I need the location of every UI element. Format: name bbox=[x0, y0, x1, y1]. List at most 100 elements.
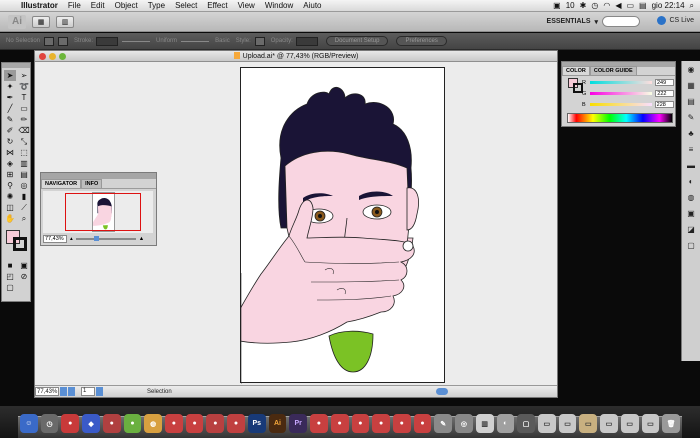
volume-icon[interactable]: ◀ bbox=[615, 1, 621, 10]
layers-panel-icon[interactable]: ◪ bbox=[685, 224, 698, 235]
artboard[interactable] bbox=[234, 67, 446, 384]
pencil-tool-icon[interactable]: ✏ bbox=[18, 114, 30, 125]
mesh-tool-icon[interactable]: ⊞ bbox=[4, 169, 16, 180]
finder-icon[interactable]: ☺ bbox=[20, 414, 38, 433]
red-slider[interactable] bbox=[589, 81, 652, 84]
type-tool-icon[interactable]: T bbox=[18, 92, 30, 103]
photoshop-icon[interactable]: Ps bbox=[247, 414, 266, 433]
line-tool-icon[interactable]: ╱ bbox=[4, 103, 16, 114]
navigator-zoom-slider[interactable] bbox=[75, 236, 136, 241]
app-icon-blue-1[interactable]: ◆ bbox=[82, 414, 100, 433]
menu-edit[interactable]: Edit bbox=[86, 1, 110, 10]
battery-icon[interactable]: ▭ bbox=[626, 1, 634, 10]
appearance-panel-icon[interactable]: ◍ bbox=[685, 192, 698, 203]
app-icon-red-11[interactable]: ● bbox=[392, 414, 411, 433]
artboard-number-field[interactable]: 1 bbox=[81, 387, 95, 396]
swatches-panel-icon[interactable]: ▤ bbox=[685, 96, 698, 107]
cs-live-button[interactable]: CS Live bbox=[657, 16, 694, 25]
uniform-label[interactable]: Uniform bbox=[156, 38, 177, 44]
folder-icon-5[interactable]: ▭ bbox=[620, 414, 639, 433]
notification-badge[interactable]: 10 bbox=[566, 1, 575, 10]
app-icon-red-1[interactable]: ● bbox=[61, 414, 80, 433]
zoom-tool-icon[interactable]: ⌕ bbox=[18, 213, 30, 224]
eyedropper-tool-icon[interactable]: ⚲ bbox=[4, 180, 16, 191]
trash-icon[interactable]: 🗑 bbox=[662, 414, 680, 433]
slice-tool-icon[interactable]: ⟋ bbox=[18, 202, 30, 213]
stroke-swatch[interactable] bbox=[58, 36, 69, 46]
color-guide-panel-icon[interactable]: ▦ bbox=[685, 80, 698, 91]
menu-help[interactable]: Aiuto bbox=[298, 1, 326, 10]
none-mode-icon[interactable]: ⊘ bbox=[18, 271, 30, 282]
menu-effect[interactable]: Effect bbox=[202, 1, 232, 10]
free-transform-tool-icon[interactable]: ⬚ bbox=[18, 147, 30, 158]
brushes-panel-icon[interactable]: ✎ bbox=[685, 112, 698, 123]
app-icon-red-4[interactable]: ● bbox=[185, 414, 204, 433]
symbol-sprayer-tool-icon[interactable]: ✺ bbox=[4, 191, 16, 202]
menu-object[interactable]: Object bbox=[110, 1, 143, 10]
green-value-field[interactable]: 222 bbox=[655, 90, 675, 97]
wifi-icon[interactable]: ◠ bbox=[603, 1, 610, 10]
app-icon-red-6[interactable]: ● bbox=[227, 414, 245, 433]
bridge-button[interactable]: ▦ bbox=[32, 15, 50, 28]
app-icon-red-10[interactable]: ● bbox=[372, 414, 390, 433]
color-spectrum-bar[interactable] bbox=[567, 113, 673, 123]
rotate-tool-icon[interactable]: ↻ bbox=[4, 136, 16, 147]
clock[interactable]: gio 22:14 bbox=[652, 1, 685, 10]
color-panel-icon[interactable]: ◉ bbox=[685, 64, 698, 75]
zoom-level-field[interactable]: 77,43% bbox=[35, 387, 59, 396]
stroke-panel-icon[interactable]: ≡ bbox=[685, 144, 698, 155]
gradient-tool-icon[interactable]: ▤ bbox=[18, 169, 30, 180]
brush-definition[interactable] bbox=[181, 40, 210, 42]
zoom-out-icon[interactable]: ▴ bbox=[70, 236, 73, 242]
gradient-panel-icon[interactable]: ▬ bbox=[685, 160, 698, 171]
app-icon-red-9[interactable]: ● bbox=[351, 414, 370, 433]
app-icon-red-8[interactable]: ● bbox=[330, 414, 349, 433]
lasso-tool-icon[interactable]: ➰ bbox=[18, 81, 30, 92]
app-icon-green-1[interactable]: ● bbox=[123, 414, 142, 433]
status-mode[interactable]: Selection bbox=[147, 389, 172, 395]
artboard-tool-icon[interactable]: ◫ bbox=[4, 202, 16, 213]
eraser-tool-icon[interactable]: ⌫ bbox=[18, 125, 30, 136]
menu-view[interactable]: View bbox=[233, 1, 260, 10]
scale-tool-icon[interactable]: ⤡ bbox=[18, 136, 30, 147]
stroke-weight-field[interactable] bbox=[96, 36, 119, 46]
rectangle-tool-icon[interactable]: ▭ bbox=[18, 103, 30, 114]
right-ear-shape[interactable] bbox=[406, 187, 419, 231]
tab-info[interactable]: INFO bbox=[81, 179, 103, 188]
menu-file[interactable]: File bbox=[63, 1, 86, 10]
direct-selection-tool-icon[interactable]: ➢ bbox=[18, 70, 30, 81]
folder-icon-1[interactable]: ▭ bbox=[537, 414, 556, 433]
adobe-updates-icon[interactable]: ▣ bbox=[553, 1, 561, 10]
help-search-input[interactable] bbox=[602, 16, 640, 27]
tongue-shape[interactable] bbox=[328, 330, 374, 373]
gradient-mode-icon[interactable]: ▣ bbox=[18, 260, 30, 271]
document-titlebar[interactable]: Upload.ai* @ 77,43% (RGB/Preview) bbox=[35, 51, 557, 62]
preferences-button[interactable]: Preferences bbox=[396, 36, 447, 46]
app-icon-red-7[interactable]: ● bbox=[310, 414, 328, 433]
chrome-icon[interactable]: ◍ bbox=[144, 414, 163, 433]
perspective-grid-tool-icon[interactable]: ▥ bbox=[18, 158, 30, 169]
bluetooth-icon[interactable]: ✱ bbox=[580, 1, 587, 10]
tab-navigator[interactable]: NAVIGATOR bbox=[41, 179, 82, 188]
graphic-style-swatch[interactable] bbox=[254, 36, 265, 46]
previous-artboard-icon[interactable] bbox=[68, 387, 75, 396]
app-icon-red-3[interactable]: ● bbox=[165, 414, 183, 433]
blend-tool-icon[interactable]: ◎ bbox=[18, 180, 30, 191]
zoom-dropdown-icon[interactable] bbox=[60, 387, 67, 396]
navigator-zoom-thumb[interactable] bbox=[93, 236, 99, 241]
red-value-field[interactable]: 249 bbox=[654, 79, 674, 86]
graphic-styles-panel-icon[interactable]: ▣ bbox=[685, 208, 698, 219]
selection-tool-icon[interactable]: ➤ bbox=[4, 70, 16, 81]
fill-swatch[interactable] bbox=[44, 36, 55, 46]
artwork[interactable] bbox=[234, 68, 446, 384]
tab-color-guide[interactable]: COLOR GUIDE bbox=[589, 66, 637, 75]
opacity-field[interactable] bbox=[295, 36, 318, 46]
menu-type[interactable]: Type bbox=[143, 1, 170, 10]
menu-window[interactable]: Window bbox=[260, 1, 298, 10]
illustrator-dock-icon[interactable]: Ai bbox=[268, 414, 287, 433]
blue-value-field[interactable]: 228 bbox=[654, 101, 674, 108]
spotlight-icon[interactable]: ⌕ bbox=[690, 1, 694, 11]
screen-mode-icon[interactable]: ▢ bbox=[4, 282, 16, 293]
arrange-documents-button[interactable]: ▥ bbox=[56, 15, 74, 28]
premiere-icon[interactable]: Pr bbox=[289, 414, 308, 433]
